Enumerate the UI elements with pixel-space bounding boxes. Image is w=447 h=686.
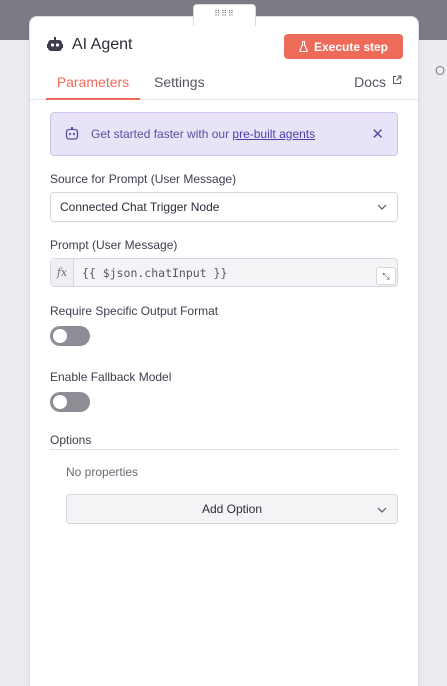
add-option-label: Add Option (201, 502, 263, 516)
fallback-model-toggle[interactable] (50, 392, 90, 412)
no-properties-text: No properties (66, 465, 139, 479)
source-prompt-value: Connected Chat Trigger Node (60, 200, 220, 214)
chevron-down-icon (377, 507, 387, 513)
output-format-label: Require Specific Output Format (50, 304, 219, 318)
source-prompt-select[interactable]: Connected Chat Trigger Node (50, 192, 398, 222)
docs-link[interactable]: Docs (354, 74, 402, 100)
source-prompt-label: Source for Prompt (User Message) (50, 172, 237, 186)
fallback-model-label: Enable Fallback Model (50, 370, 172, 384)
toggle-knob (53, 395, 67, 409)
node-details-panel: AI Agent Execute step Parameters Setting… (29, 16, 419, 686)
robot-icon (47, 37, 63, 51)
prebuilt-agents-link[interactable]: pre-built agents (232, 127, 315, 141)
close-icon[interactable]: ✕ (371, 125, 384, 143)
tab-settings[interactable]: Settings (154, 74, 205, 100)
add-option-button[interactable]: Add Option (66, 494, 398, 524)
drag-dots-icon: ⠿⠿⠿ (214, 9, 235, 18)
tab-parameters[interactable]: Parameters (46, 74, 140, 100)
execute-step-button[interactable]: Execute step (284, 34, 403, 59)
execute-step-label: Execute step (313, 39, 389, 54)
panel-tabs: Parameters Settings Docs (30, 73, 418, 100)
external-link-icon (393, 75, 402, 84)
banner-message: Get started faster with our (91, 127, 233, 141)
prompt-expression-value: {{ $json.chatInput }} (82, 266, 228, 280)
output-format-toggle[interactable] (50, 326, 90, 346)
toggle-knob (53, 329, 67, 343)
panel-drag-handle[interactable]: ⠿⠿⠿ (193, 4, 256, 26)
flask-icon (299, 41, 308, 52)
prompt-label: Prompt (User Message) (50, 238, 178, 252)
panel-title: AI Agent (72, 36, 133, 53)
options-title: Options (50, 433, 92, 447)
prompt-expression-input[interactable]: fx {{ $json.chatInput }} ⤡ (50, 258, 398, 287)
prebuilt-agents-banner: Get started faster with our pre-built ag… (50, 112, 398, 156)
options-divider (50, 449, 398, 450)
expand-editor-icon[interactable]: ⤡ (376, 267, 396, 285)
robot-icon (65, 127, 79, 140)
fx-icon: fx (51, 259, 74, 286)
banner-text: Get started faster with our pre-built ag… (91, 127, 315, 141)
docs-label: Docs (354, 74, 386, 90)
chevron-down-icon (377, 204, 387, 210)
canvas-side-letter: O (435, 63, 446, 78)
